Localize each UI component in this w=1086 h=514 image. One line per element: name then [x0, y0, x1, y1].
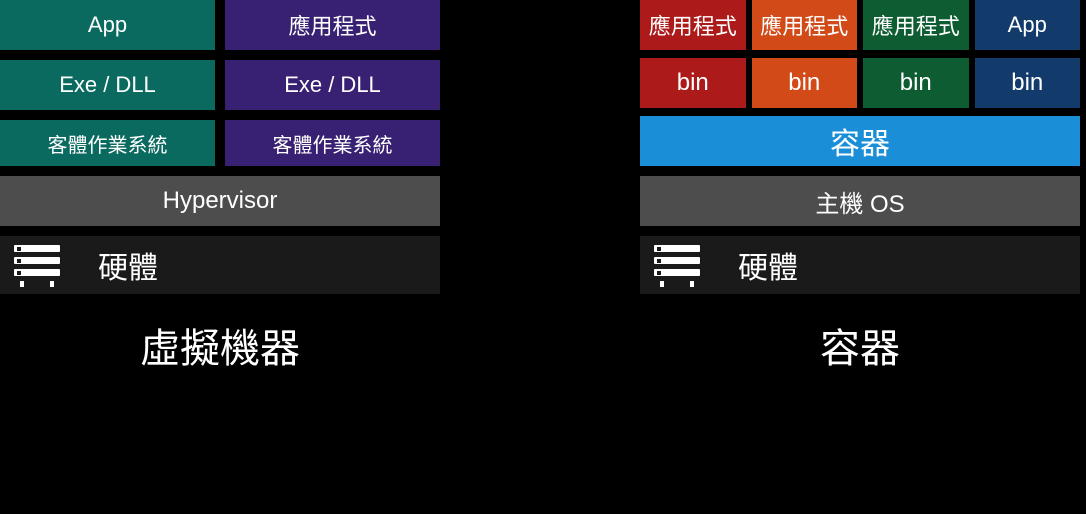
container-app-block: 應用程式 — [863, 0, 969, 50]
vm-title: 虛擬機器 — [0, 294, 440, 374]
vm-libs-row: Exe / DLL Exe / DLL — [0, 60, 440, 110]
container-app-block: App — [975, 0, 1081, 50]
vm-guest-os-row: 客體作業系統 客體作業系統 — [0, 120, 440, 166]
container-hardware-row: 硬體 — [640, 236, 1080, 294]
server-icon — [14, 245, 60, 285]
vm-hardware-label: 硬體 — [88, 243, 158, 287]
container-host-os-row: 主機 OS — [640, 176, 1080, 226]
vm-hardware-row: 硬體 — [0, 236, 440, 294]
container-hardware-label: 硬體 — [728, 243, 798, 287]
server-icon — [654, 245, 700, 285]
container-bin-block: bin — [640, 58, 746, 108]
container-app-block: 應用程式 — [640, 0, 746, 50]
container-bin-block: bin — [863, 58, 969, 108]
container-engine-row: 容器 — [640, 116, 1080, 166]
vm-guest-os-block: 客體作業系統 — [225, 120, 440, 166]
container-app-block: 應用程式 — [752, 0, 858, 50]
container-host-os-block: 主機 OS — [640, 176, 1080, 226]
vm-apps-row: App 應用程式 — [0, 0, 440, 50]
container-bins-row: bin bin bin bin — [640, 58, 1080, 108]
vm-hypervisor-row: Hypervisor — [0, 176, 440, 226]
vm-lib-block: Exe / DLL — [225, 60, 440, 110]
vm-stack: App 應用程式 Exe / DLL Exe / DLL 客體作業系統 客體作業… — [0, 0, 440, 504]
container-bin-block: bin — [752, 58, 858, 108]
vm-lib-block: Exe / DLL — [0, 60, 215, 110]
vm-guest-os-block: 客體作業系統 — [0, 120, 215, 166]
container-title: 容器 — [640, 294, 1080, 374]
vm-app-block: 應用程式 — [225, 0, 440, 50]
container-engine-block: 容器 — [640, 116, 1080, 166]
container-bin-block: bin — [975, 58, 1081, 108]
vm-hypervisor-block: Hypervisor — [0, 176, 440, 226]
vm-app-block: App — [0, 0, 215, 50]
container-stack: 應用程式 應用程式 應用程式 App bin bin bin bin 容器 主機… — [640, 0, 1080, 504]
column-spacer — [440, 0, 640, 504]
container-apps-row: 應用程式 應用程式 應用程式 App — [640, 0, 1080, 50]
